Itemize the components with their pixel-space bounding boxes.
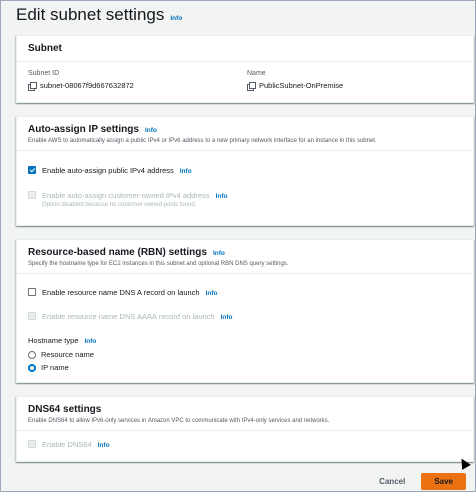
dns64-settings-header: DNS64 settings Enable DNS64 to allow IPv… (17, 397, 473, 431)
hostname-option-ip-name[interactable]: IP name (28, 363, 462, 372)
dns64-checkbox (28, 440, 36, 448)
page-header: Edit subnet settings Info (16, 5, 182, 25)
resource-name-radio[interactable] (28, 350, 36, 359)
dns-a-record-option[interactable]: Enable resource name DNS A record on lau… (28, 288, 462, 297)
customer-owned-ipv4-info-link[interactable]: Info (216, 193, 228, 200)
subnet-panel-title: Subnet (28, 43, 62, 54)
subnet-id-label: Subnet ID (28, 70, 60, 77)
hostname-type-info-link[interactable]: Info (84, 338, 96, 345)
dns64-settings-title: DNS64 settings (28, 404, 102, 415)
cancel-button[interactable]: Cancel (375, 474, 409, 489)
dns-aaaa-record-info-link[interactable]: Info (221, 314, 233, 321)
dns64-option: Enable DNS64 Info (28, 440, 462, 449)
subnet-id-value: subnet-08067f9d667632872 (40, 81, 134, 90)
dns-a-record-label: Enable resource name DNS A record on lau… (42, 288, 200, 297)
dns64-info-link[interactable]: Info (98, 442, 110, 449)
auto-assign-ip-panel: Auto-assign IP settings Info Enable AWS … (16, 116, 474, 226)
customer-owned-ipv4-label: Enable auto-assign customer-owned IPv4 a… (42, 191, 210, 200)
copy-icon[interactable] (247, 82, 256, 91)
form-footer: Cancel Save (375, 473, 466, 490)
auto-assign-ip-header: Auto-assign IP settings Info Enable AWS … (17, 117, 473, 151)
save-button[interactable]: Save (421, 473, 466, 490)
rbn-settings-title: Resource-based name (RBN) settings (28, 247, 207, 258)
hostname-type-field: Hostname type Info (28, 336, 462, 345)
page-info-link[interactable]: Info (170, 15, 182, 22)
dns64-settings-description: Enable DNS64 to allow IPv6-only services… (28, 418, 330, 424)
public-ipv4-checkbox[interactable] (28, 166, 36, 174)
auto-assign-ip-description: Enable AWS to automatically assign a pub… (28, 138, 377, 144)
dns64-settings-body: Enable DNS64 Info (17, 431, 473, 459)
dns-a-record-checkbox[interactable] (28, 288, 36, 296)
dns64-label: Enable DNS64 (42, 440, 92, 449)
page-title: Edit subnet settings (16, 5, 165, 24)
dns-a-record-info-link[interactable]: Info (206, 290, 218, 297)
subnet-panel: Subnet Subnet ID subnet-08067f9d66763287… (16, 35, 474, 103)
copy-icon[interactable] (28, 82, 37, 91)
rbn-settings-description: Specify the hostname type for EC2 instan… (28, 261, 289, 267)
dns-aaaa-record-option: Enable resource name DNS AAAA record on … (28, 312, 462, 321)
auto-assign-ip-title: Auto-assign IP settings (28, 124, 139, 135)
public-ipv4-label: Enable auto-assign public IPv4 address (42, 166, 174, 175)
customer-owned-ipv4-note: Option disabled because no customer owne… (42, 202, 197, 208)
rbn-settings-info-link[interactable]: Info (213, 250, 225, 257)
subnet-id-field: Subnet ID subnet-08067f9d667632872 (28, 70, 243, 91)
auto-assign-ip-body: Enable auto-assign public IPv4 address I… (17, 151, 473, 218)
subnet-panel-header: Subnet (17, 36, 473, 62)
hostname-option-resource-name[interactable]: Resource name (28, 350, 462, 359)
rbn-settings-body: Enable resource name DNS A record on lau… (17, 274, 473, 382)
customer-owned-ipv4-option: Enable auto-assign customer-owned IPv4 a… (28, 191, 462, 200)
public-ipv4-info-link[interactable]: Info (180, 168, 192, 175)
subnet-details: Subnet ID subnet-08067f9d667632872 Name … (17, 62, 473, 100)
hostname-type-label: Hostname type (28, 336, 79, 345)
public-ipv4-option[interactable]: Enable auto-assign public IPv4 address I… (28, 166, 462, 175)
customer-owned-ipv4-checkbox (28, 191, 36, 199)
dns-aaaa-record-label: Enable resource name DNS AAAA record on … (42, 312, 215, 321)
subnet-name-field: Name PublicSubnet-OnPremise (243, 70, 462, 91)
subnet-name-label: Name (247, 70, 266, 77)
ip-name-label: IP name (41, 363, 69, 372)
subnet-name-value: PublicSubnet-OnPremise (259, 81, 344, 90)
resource-name-label: Resource name (41, 350, 94, 359)
dns-aaaa-record-checkbox (28, 312, 36, 320)
dns64-settings-panel: DNS64 settings Enable DNS64 to allow IPv… (16, 396, 474, 462)
auto-assign-ip-info-link[interactable]: Info (145, 127, 157, 134)
rbn-settings-header: Resource-based name (RBN) settings Info … (17, 240, 473, 274)
rbn-settings-panel: Resource-based name (RBN) settings Info … (16, 239, 474, 383)
ip-name-radio[interactable] (28, 363, 36, 372)
